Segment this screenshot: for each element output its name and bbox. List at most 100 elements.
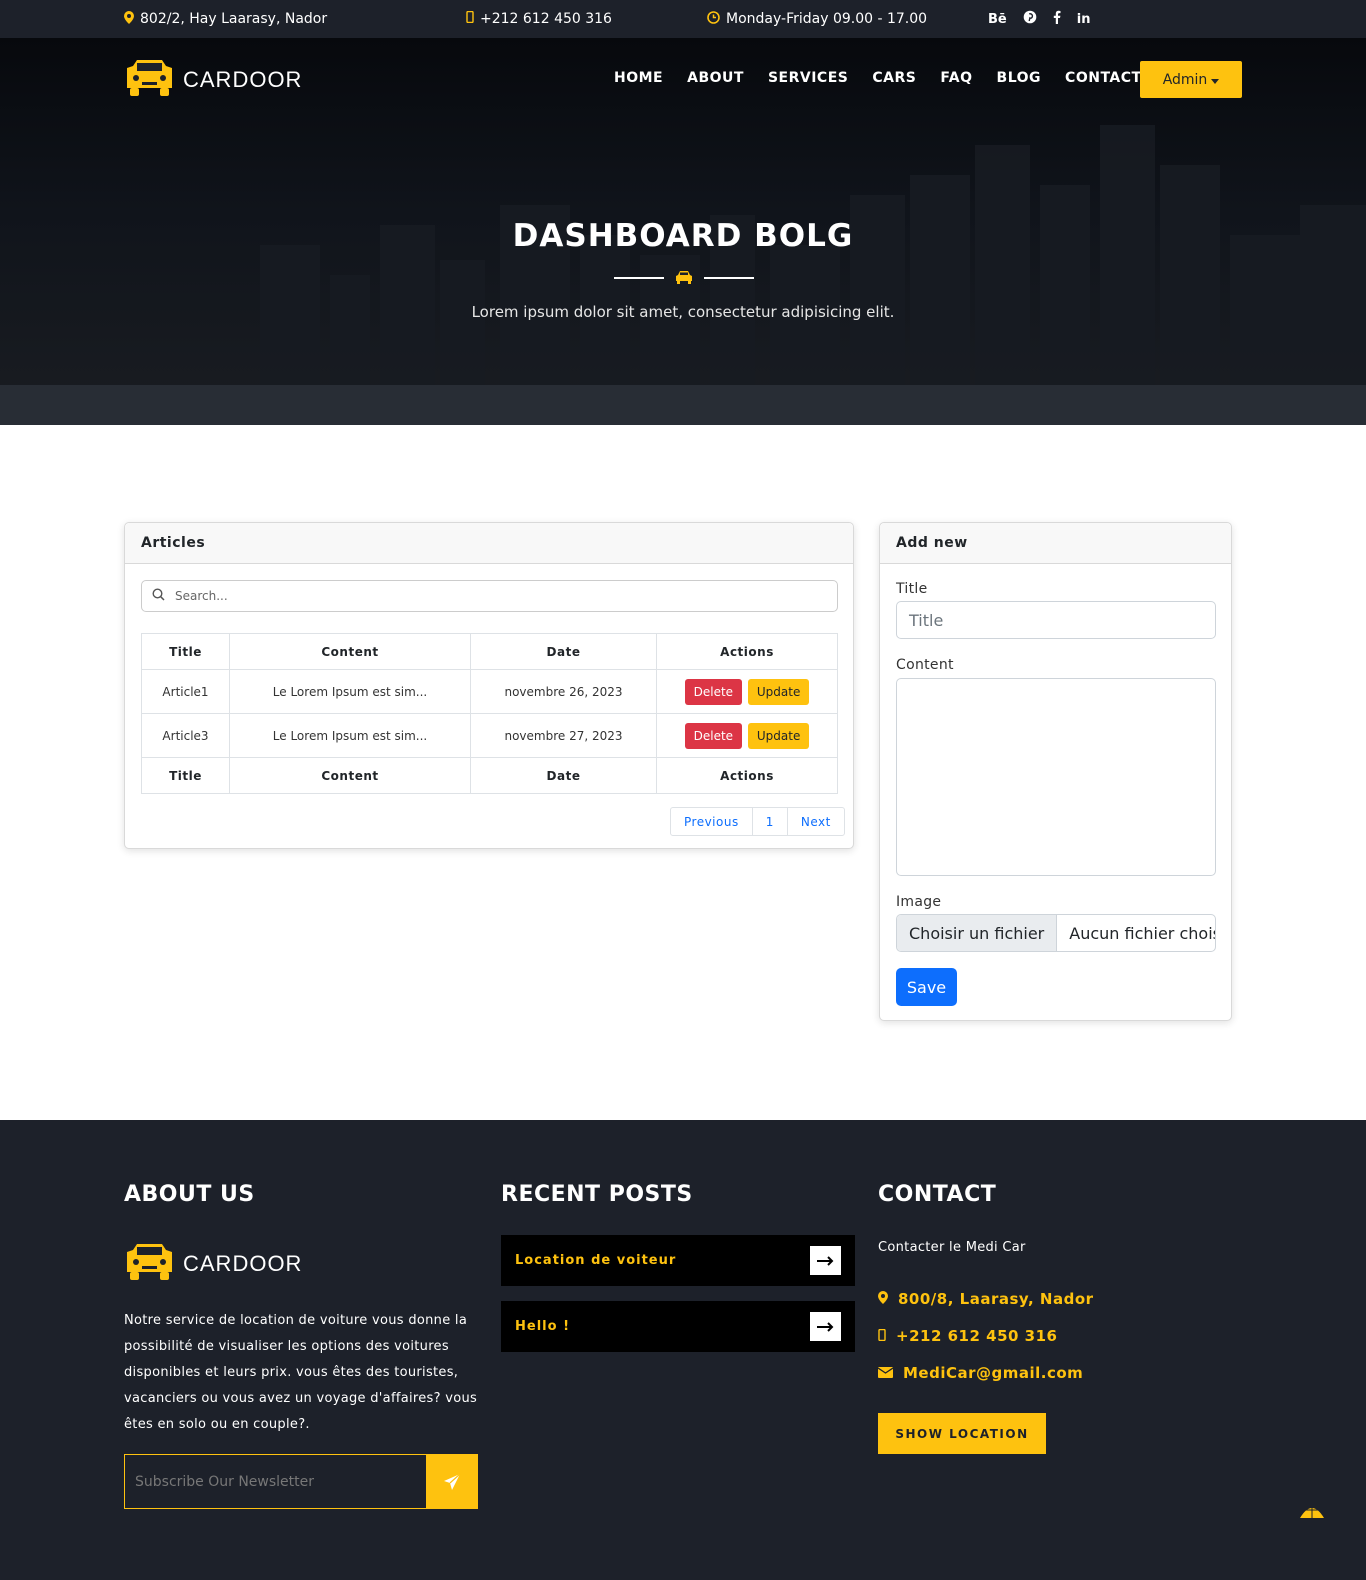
- show-location-button[interactable]: SHOW LOCATION: [878, 1413, 1046, 1454]
- delete-button[interactable]: Delete: [684, 678, 743, 705]
- send-button[interactable]: [426, 1455, 477, 1508]
- recent-post-item[interactable]: Hello !: [501, 1301, 855, 1352]
- articles-header: Articles: [125, 523, 853, 564]
- about-heading: ABOUT US: [124, 1182, 255, 1207]
- footer-brand-logo[interactable]: CARDOOR: [124, 1242, 302, 1286]
- footer-column-content: Content: [229, 757, 471, 794]
- table-row: Article1 Le Lorem Ipsum est sim... novem…: [141, 669, 838, 714]
- phone-info: +212 612 450 316: [466, 0, 612, 38]
- behance-icon[interactable]: Bē: [988, 12, 1007, 27]
- contact-heading: CONTACT: [878, 1182, 997, 1207]
- envelope-icon: [877, 1364, 894, 1382]
- page-title: DASHBOARD BOLG: [512, 218, 854, 254]
- hours-info: Monday-Friday 09.00 - 17.00: [707, 0, 927, 38]
- table-row: Article3 Le Lorem Ipsum est sim... novem…: [141, 713, 838, 758]
- previous-page-button[interactable]: Previous: [671, 808, 753, 835]
- footer: ABOUT US CARDOOR Notre service de locati…: [0, 1120, 1366, 1580]
- nav-contact[interactable]: CONTACT: [1065, 70, 1142, 86]
- recent-post-title: Location de voiteur: [515, 1253, 677, 1268]
- hero-section: CARDOOR HOME ABOUT SERVICES CARS FAQ BLO…: [0, 38, 1366, 425]
- arrow-right-icon: [810, 1312, 841, 1341]
- clock-icon: [707, 10, 720, 28]
- image-label: Image: [896, 894, 942, 910]
- scroll-to-top-icon[interactable]: [1298, 1502, 1326, 1522]
- top-bar: 802/2, Hay Laarasy, Nador +212 612 450 3…: [0, 0, 1366, 38]
- row-content: Le Lorem Ipsum est sim...: [229, 669, 471, 714]
- contact-email-text[interactable]: MediCar@gmail.com: [903, 1364, 1083, 1382]
- articles-card: Articles Search... Title Content Date Ac…: [124, 522, 854, 849]
- recent-post-item[interactable]: Location de voiteur: [501, 1235, 855, 1286]
- title-input[interactable]: Title: [896, 601, 1216, 639]
- recent-posts-heading: RECENT POSTS: [501, 1182, 693, 1207]
- taxi-icon: [124, 58, 175, 102]
- content-label: Content: [896, 657, 954, 673]
- footer-column-date: Date: [470, 757, 657, 794]
- column-content: Content: [229, 633, 471, 670]
- footer-column-actions: Actions: [656, 757, 838, 794]
- newsletter-input[interactable]: Subscribe Our Newsletter: [125, 1455, 426, 1508]
- search-placeholder: Search...: [175, 589, 228, 603]
- update-button[interactable]: Update: [747, 722, 810, 749]
- footer-brand-name: CARDOOR: [183, 1251, 303, 1276]
- nav-cars[interactable]: CARS: [872, 70, 916, 86]
- newsletter-form: Subscribe Our Newsletter: [124, 1454, 478, 1509]
- contact-intro: Contacter le Medi Car: [878, 1240, 1026, 1255]
- contact-phone-text: +212 612 450 316: [896, 1327, 1058, 1345]
- save-button[interactable]: Save: [896, 968, 957, 1006]
- add-new-card: Add new Title Title Content Image Choisi…: [879, 522, 1232, 1021]
- contact-address-text: 800/8, Laarasy, Nador: [898, 1290, 1094, 1308]
- main-nav: HOME ABOUT SERVICES CARS FAQ BLOG CONTAC…: [614, 60, 1142, 96]
- about-text: Notre service de location de voiture vou…: [124, 1313, 478, 1432]
- column-date: Date: [470, 633, 657, 670]
- map-marker-icon: [878, 1290, 888, 1308]
- city-skyline-image: [0, 125, 1366, 425]
- facebook-icon[interactable]: [1053, 10, 1061, 28]
- title-separator: [614, 268, 754, 288]
- update-button[interactable]: Update: [747, 678, 810, 705]
- search-icon: [152, 588, 165, 604]
- articles-table: Title Content Date Actions Article1 Le L…: [141, 633, 838, 794]
- row-title: Article1: [141, 669, 230, 714]
- nav-about[interactable]: ABOUT: [687, 70, 744, 86]
- recent-post-title: Hello !: [515, 1319, 570, 1334]
- page-1-button[interactable]: 1: [753, 808, 788, 835]
- add-new-header: Add new: [880, 523, 1231, 564]
- brand-name: CARDOOR: [183, 67, 303, 92]
- phone-text: +212 612 450 316: [480, 11, 612, 27]
- taxi-icon: [124, 1242, 175, 1286]
- pagination: Previous 1 Next: [670, 807, 845, 836]
- admin-label: Admin: [1162, 71, 1208, 88]
- row-content: Le Lorem Ipsum est sim...: [229, 713, 471, 758]
- search-input[interactable]: Search...: [141, 580, 838, 612]
- row-actions: Delete Update: [656, 713, 838, 758]
- choose-file-button[interactable]: Choisir un fichier: [897, 915, 1058, 951]
- nav-faq[interactable]: FAQ: [940, 70, 972, 86]
- brand-logo[interactable]: CARDOOR: [124, 58, 302, 102]
- next-page-button[interactable]: Next: [788, 808, 844, 835]
- linkedin-icon[interactable]: in: [1077, 12, 1091, 27]
- column-actions: Actions: [656, 633, 838, 670]
- contact-email: MediCar@gmail.com: [877, 1364, 1083, 1382]
- pinterest-icon[interactable]: [1023, 10, 1037, 28]
- mobile-icon: [878, 1327, 886, 1345]
- row-date: novembre 26, 2023: [470, 669, 657, 714]
- content-textarea[interactable]: [896, 678, 1216, 876]
- delete-button[interactable]: Delete: [684, 722, 743, 749]
- title-label: Title: [896, 581, 928, 597]
- nav-blog[interactable]: BLOG: [997, 70, 1042, 86]
- image-file-input[interactable]: Choisir un fichier Aucun fichier choisi: [896, 914, 1216, 952]
- map-marker-icon: [124, 10, 134, 28]
- title-placeholder: Title: [909, 610, 944, 630]
- table-footer-row: Title Content Date Actions: [141, 757, 838, 794]
- address-info: 802/2, Hay Laarasy, Nador: [124, 0, 327, 38]
- footer-column-title: Title: [141, 757, 230, 794]
- row-title: Article3: [141, 713, 230, 758]
- address-text: 802/2, Hay Laarasy, Nador: [140, 11, 328, 27]
- caret-down-icon: [1211, 72, 1220, 88]
- file-status: Aucun fichier choisi: [1069, 923, 1216, 943]
- nav-services[interactable]: SERVICES: [768, 70, 848, 86]
- nav-home[interactable]: HOME: [614, 70, 663, 86]
- mobile-icon: [466, 10, 474, 27]
- admin-dropdown-button[interactable]: Admin: [1140, 61, 1242, 98]
- row-actions: Delete Update: [656, 669, 838, 714]
